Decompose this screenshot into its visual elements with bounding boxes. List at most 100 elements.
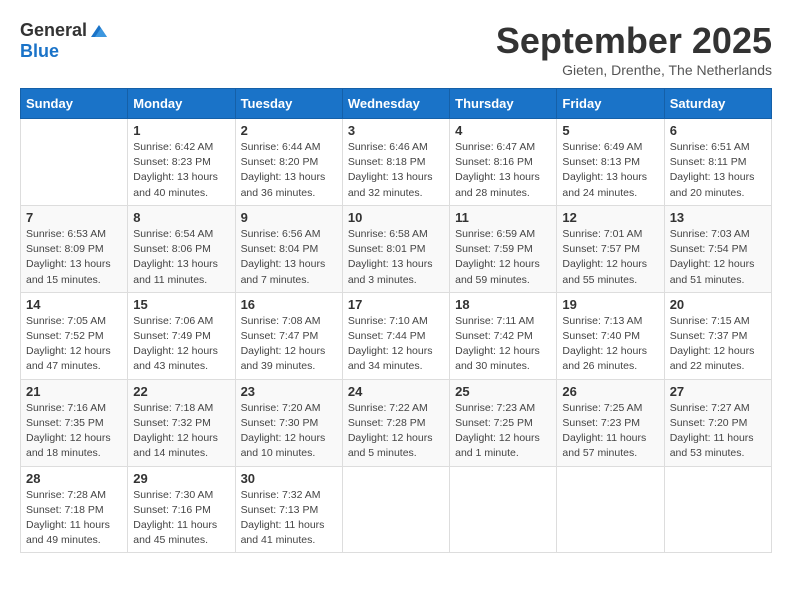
calendar-cell: 12 Sunrise: 7:01 AM Sunset: 7:57 PM Dayli… [557, 205, 664, 292]
calendar-cell: 3 Sunrise: 6:46 AM Sunset: 8:18 PM Daylig… [342, 119, 449, 206]
calendar-table: SundayMondayTuesdayWednesdayThursdayFrid… [20, 88, 772, 553]
day-number: 22 [133, 384, 229, 399]
calendar-cell: 11 Sunrise: 6:59 AM Sunset: 7:59 PM Dayli… [450, 205, 557, 292]
title-block: September 2025 Gieten, Drenthe, The Neth… [496, 20, 772, 78]
calendar-cell: 21Sunrise: 7:16 AM Sunset: 7:35 PM Dayli… [21, 379, 128, 466]
day-info: Sunrise: 7:11 AM Sunset: 7:42 PM Dayligh… [455, 314, 551, 375]
day-info: Sunrise: 6:53 AM Sunset: 8:09 PM Dayligh… [26, 227, 122, 288]
calendar-cell: 23 Sunrise: 7:20 AM Sunset: 7:30 PM Dayli… [235, 379, 342, 466]
day-info: Sunrise: 7:22 AM Sunset: 7:28 PM Dayligh… [348, 401, 444, 462]
day-number: 4 [455, 123, 551, 138]
calendar-cell [450, 466, 557, 553]
day-number: 14 [26, 297, 122, 312]
day-number: 20 [670, 297, 766, 312]
day-info: Sunrise: 6:51 AM Sunset: 8:11 PM Dayligh… [670, 140, 766, 201]
calendar-cell: 10Sunrise: 6:58 AM Sunset: 8:01 PM Dayli… [342, 205, 449, 292]
calendar-day-header: Sunday [21, 89, 128, 119]
day-number: 12 [562, 210, 658, 225]
calendar-day-header: Tuesday [235, 89, 342, 119]
calendar-cell: 27 Sunrise: 7:27 AM Sunset: 7:20 PM Dayli… [664, 379, 771, 466]
calendar-cell: 20 Sunrise: 7:15 AM Sunset: 7:37 PM Dayli… [664, 292, 771, 379]
location: Gieten, Drenthe, The Netherlands [496, 62, 772, 78]
calendar-day-header: Friday [557, 89, 664, 119]
day-info: Sunrise: 7:06 AM Sunset: 7:49 PM Dayligh… [133, 314, 229, 375]
calendar-cell [21, 119, 128, 206]
day-info: Sunrise: 7:15 AM Sunset: 7:37 PM Dayligh… [670, 314, 766, 375]
calendar-cell: 1 Sunrise: 6:42 AM Sunset: 8:23 PM Daylig… [128, 119, 235, 206]
calendar-cell [342, 466, 449, 553]
day-number: 30 [241, 471, 337, 486]
day-info: Sunrise: 6:58 AM Sunset: 8:01 PM Dayligh… [348, 227, 444, 288]
day-number: 9 [241, 210, 337, 225]
calendar-day-header: Thursday [450, 89, 557, 119]
day-number: 18 [455, 297, 551, 312]
day-info: Sunrise: 6:42 AM Sunset: 8:23 PM Dayligh… [133, 140, 229, 201]
day-info: Sunrise: 7:10 AM Sunset: 7:44 PM Dayligh… [348, 314, 444, 375]
day-number: 24 [348, 384, 444, 399]
day-number: 17 [348, 297, 444, 312]
day-number: 13 [670, 210, 766, 225]
day-info: Sunrise: 7:30 AM Sunset: 7:16 PM Dayligh… [133, 488, 229, 549]
day-number: 6 [670, 123, 766, 138]
day-number: 19 [562, 297, 658, 312]
day-number: 25 [455, 384, 551, 399]
calendar-week-row: 21Sunrise: 7:16 AM Sunset: 7:35 PM Dayli… [21, 379, 772, 466]
calendar-cell: 30Sunrise: 7:32 AM Sunset: 7:13 PM Dayli… [235, 466, 342, 553]
calendar-cell: 24 Sunrise: 7:22 AM Sunset: 7:28 PM Dayli… [342, 379, 449, 466]
day-info: Sunrise: 6:46 AM Sunset: 8:18 PM Dayligh… [348, 140, 444, 201]
day-number: 3 [348, 123, 444, 138]
day-number: 15 [133, 297, 229, 312]
logo-icon [89, 21, 109, 41]
calendar-cell: 15 Sunrise: 7:06 AM Sunset: 7:49 PM Dayli… [128, 292, 235, 379]
day-number: 2 [241, 123, 337, 138]
day-info: Sunrise: 7:08 AM Sunset: 7:47 PM Dayligh… [241, 314, 337, 375]
day-number: 26 [562, 384, 658, 399]
day-info: Sunrise: 7:18 AM Sunset: 7:32 PM Dayligh… [133, 401, 229, 462]
day-info: Sunrise: 7:25 AM Sunset: 7:23 PM Dayligh… [562, 401, 658, 462]
calendar-cell: 8 Sunrise: 6:54 AM Sunset: 8:06 PM Daylig… [128, 205, 235, 292]
calendar-cell [664, 466, 771, 553]
day-info: Sunrise: 7:01 AM Sunset: 7:57 PM Dayligh… [562, 227, 658, 288]
day-info: Sunrise: 6:47 AM Sunset: 8:16 PM Dayligh… [455, 140, 551, 201]
day-number: 16 [241, 297, 337, 312]
calendar-cell: 22 Sunrise: 7:18 AM Sunset: 7:32 PM Dayli… [128, 379, 235, 466]
calendar-cell: 19 Sunrise: 7:13 AM Sunset: 7:40 PM Dayli… [557, 292, 664, 379]
day-info: Sunrise: 7:16 AM Sunset: 7:35 PM Dayligh… [26, 401, 122, 462]
day-number: 23 [241, 384, 337, 399]
day-info: Sunrise: 6:49 AM Sunset: 8:13 PM Dayligh… [562, 140, 658, 201]
calendar-day-header: Wednesday [342, 89, 449, 119]
calendar-cell: 16 Sunrise: 7:08 AM Sunset: 7:47 PM Dayli… [235, 292, 342, 379]
calendar-day-header: Monday [128, 89, 235, 119]
day-info: Sunrise: 7:23 AM Sunset: 7:25 PM Dayligh… [455, 401, 551, 462]
calendar-day-header: Saturday [664, 89, 771, 119]
day-number: 8 [133, 210, 229, 225]
logo-blue: Blue [20, 41, 59, 61]
calendar-cell: 25 Sunrise: 7:23 AM Sunset: 7:25 PM Dayli… [450, 379, 557, 466]
calendar-week-row: 28 Sunrise: 7:28 AM Sunset: 7:18 PM Dayli… [21, 466, 772, 553]
calendar-cell: 14 Sunrise: 7:05 AM Sunset: 7:52 PM Dayli… [21, 292, 128, 379]
calendar-cell: 17 Sunrise: 7:10 AM Sunset: 7:44 PM Dayli… [342, 292, 449, 379]
day-number: 28 [26, 471, 122, 486]
day-info: Sunrise: 6:44 AM Sunset: 8:20 PM Dayligh… [241, 140, 337, 201]
month-title: September 2025 [496, 20, 772, 62]
day-info: Sunrise: 7:27 AM Sunset: 7:20 PM Dayligh… [670, 401, 766, 462]
day-number: 1 [133, 123, 229, 138]
day-number: 27 [670, 384, 766, 399]
day-info: Sunrise: 6:54 AM Sunset: 8:06 PM Dayligh… [133, 227, 229, 288]
calendar-cell: 26 Sunrise: 7:25 AM Sunset: 7:23 PM Dayli… [557, 379, 664, 466]
calendar-cell: 5 Sunrise: 6:49 AM Sunset: 8:13 PM Daylig… [557, 119, 664, 206]
logo-general: General [20, 20, 87, 41]
day-number: 11 [455, 210, 551, 225]
day-number: 5 [562, 123, 658, 138]
day-info: Sunrise: 7:05 AM Sunset: 7:52 PM Dayligh… [26, 314, 122, 375]
calendar-week-row: 7Sunrise: 6:53 AM Sunset: 8:09 PM Daylig… [21, 205, 772, 292]
day-number: 29 [133, 471, 229, 486]
day-info: Sunrise: 6:56 AM Sunset: 8:04 PM Dayligh… [241, 227, 337, 288]
calendar-cell: 2 Sunrise: 6:44 AM Sunset: 8:20 PM Daylig… [235, 119, 342, 206]
day-info: Sunrise: 7:28 AM Sunset: 7:18 PM Dayligh… [26, 488, 122, 549]
calendar-cell: 18 Sunrise: 7:11 AM Sunset: 7:42 PM Dayli… [450, 292, 557, 379]
calendar-header-row: SundayMondayTuesdayWednesdayThursdayFrid… [21, 89, 772, 119]
day-info: Sunrise: 6:59 AM Sunset: 7:59 PM Dayligh… [455, 227, 551, 288]
day-info: Sunrise: 7:13 AM Sunset: 7:40 PM Dayligh… [562, 314, 658, 375]
day-info: Sunrise: 7:20 AM Sunset: 7:30 PM Dayligh… [241, 401, 337, 462]
